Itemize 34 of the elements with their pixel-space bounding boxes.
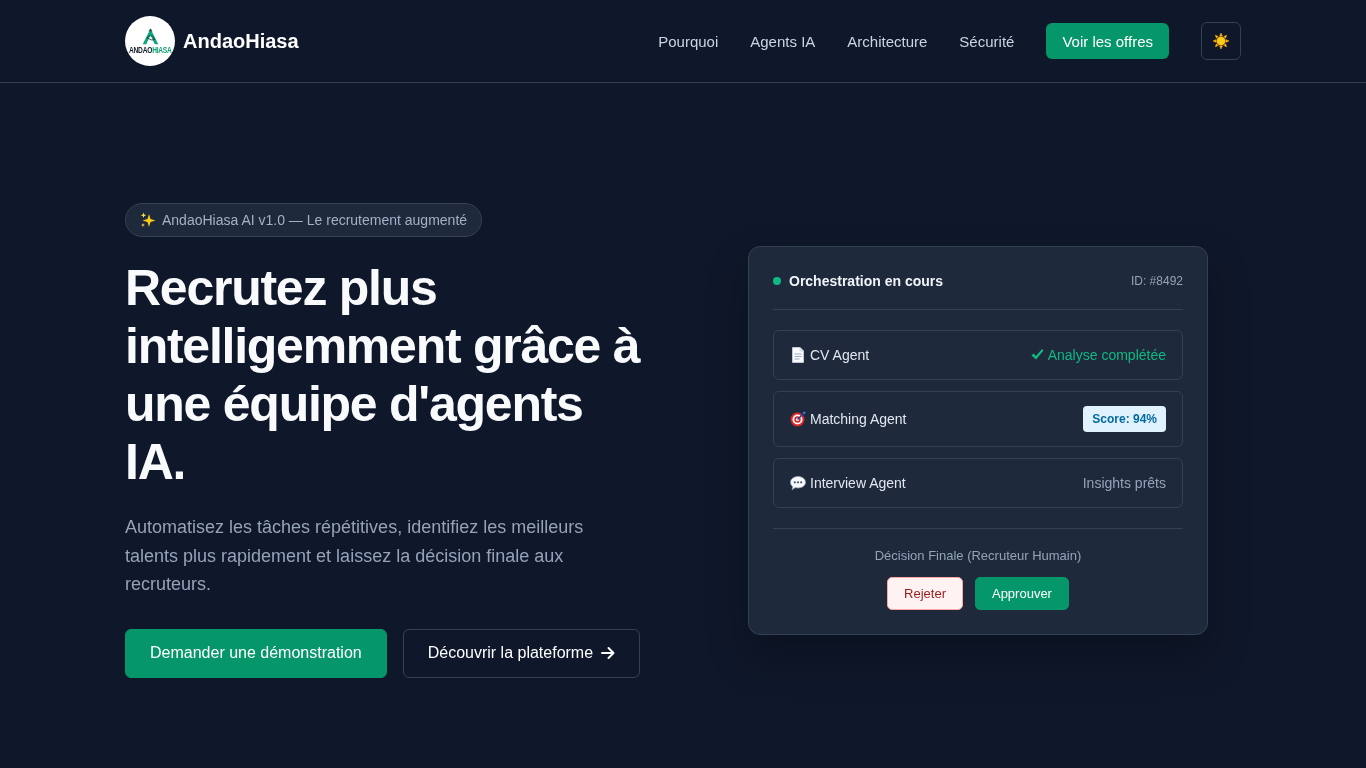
reject-button[interactable]: Rejeter <box>887 576 963 610</box>
logo-wordmark: ANDAOHIASA <box>128 45 172 55</box>
nav-link[interactable]: Sécurité <box>959 32 1015 50</box>
sparkles-icon <box>140 212 156 228</box>
card-id: ID: #8492 <box>1130 273 1183 288</box>
agent-status: Insights prêts <box>1082 474 1166 491</box>
approve-button[interactable]: Approuver <box>974 576 1069 610</box>
agent-name: Interview Agent <box>810 473 906 493</box>
theme-toggle-button[interactable] <box>1201 22 1241 60</box>
agent-name: CV Agent <box>810 345 870 365</box>
brand-name: AndaoHiasa <box>183 29 299 53</box>
nav-link[interactable]: Architecture <box>847 32 928 50</box>
status-dot-icon <box>773 276 781 285</box>
sun-icon <box>1213 33 1229 49</box>
agent-status: Analyse complétée <box>1047 346 1166 363</box>
card-title: Orchestration en cours <box>789 271 944 291</box>
logo[interactable]: ANDAOHIASA <box>125 16 175 66</box>
document-icon <box>790 346 806 363</box>
check-icon <box>1030 348 1044 362</box>
version-text: AndaoHiasa AI v1.0 — Le recrutement augmenté <box>162 212 468 228</box>
speech-bubble-icon <box>790 474 806 491</box>
decision-label: Décision Finale (Recruteur Humain) <box>874 546 1082 565</box>
arrow-right-icon <box>601 646 616 660</box>
agent-name: Matching Agent <box>810 409 907 429</box>
hero-title: Recrutez plus intelligemment grâce à une équipe d'agents IA. <box>125 259 642 491</box>
demo-button[interactable]: Demander une démonstration <box>125 628 387 678</box>
hero-subtitle: Automatisez les tâches répétitives, identifiez les meilleurs talents plus rapidement et laissez la décision finale aux recruteurs. <box>125 516 585 596</box>
discover-button[interactable]: Découvrir la plateforme <box>402 628 641 678</box>
target-icon <box>790 410 806 427</box>
logo-mark-icon <box>140 27 160 45</box>
nav-link[interactable]: Agents IA <box>750 32 816 50</box>
score-badge: Score: 94% <box>1083 405 1166 432</box>
nav-link[interactable]: Pourquoi <box>658 32 719 50</box>
offers-button[interactable]: Voir les offres <box>1046 23 1169 59</box>
